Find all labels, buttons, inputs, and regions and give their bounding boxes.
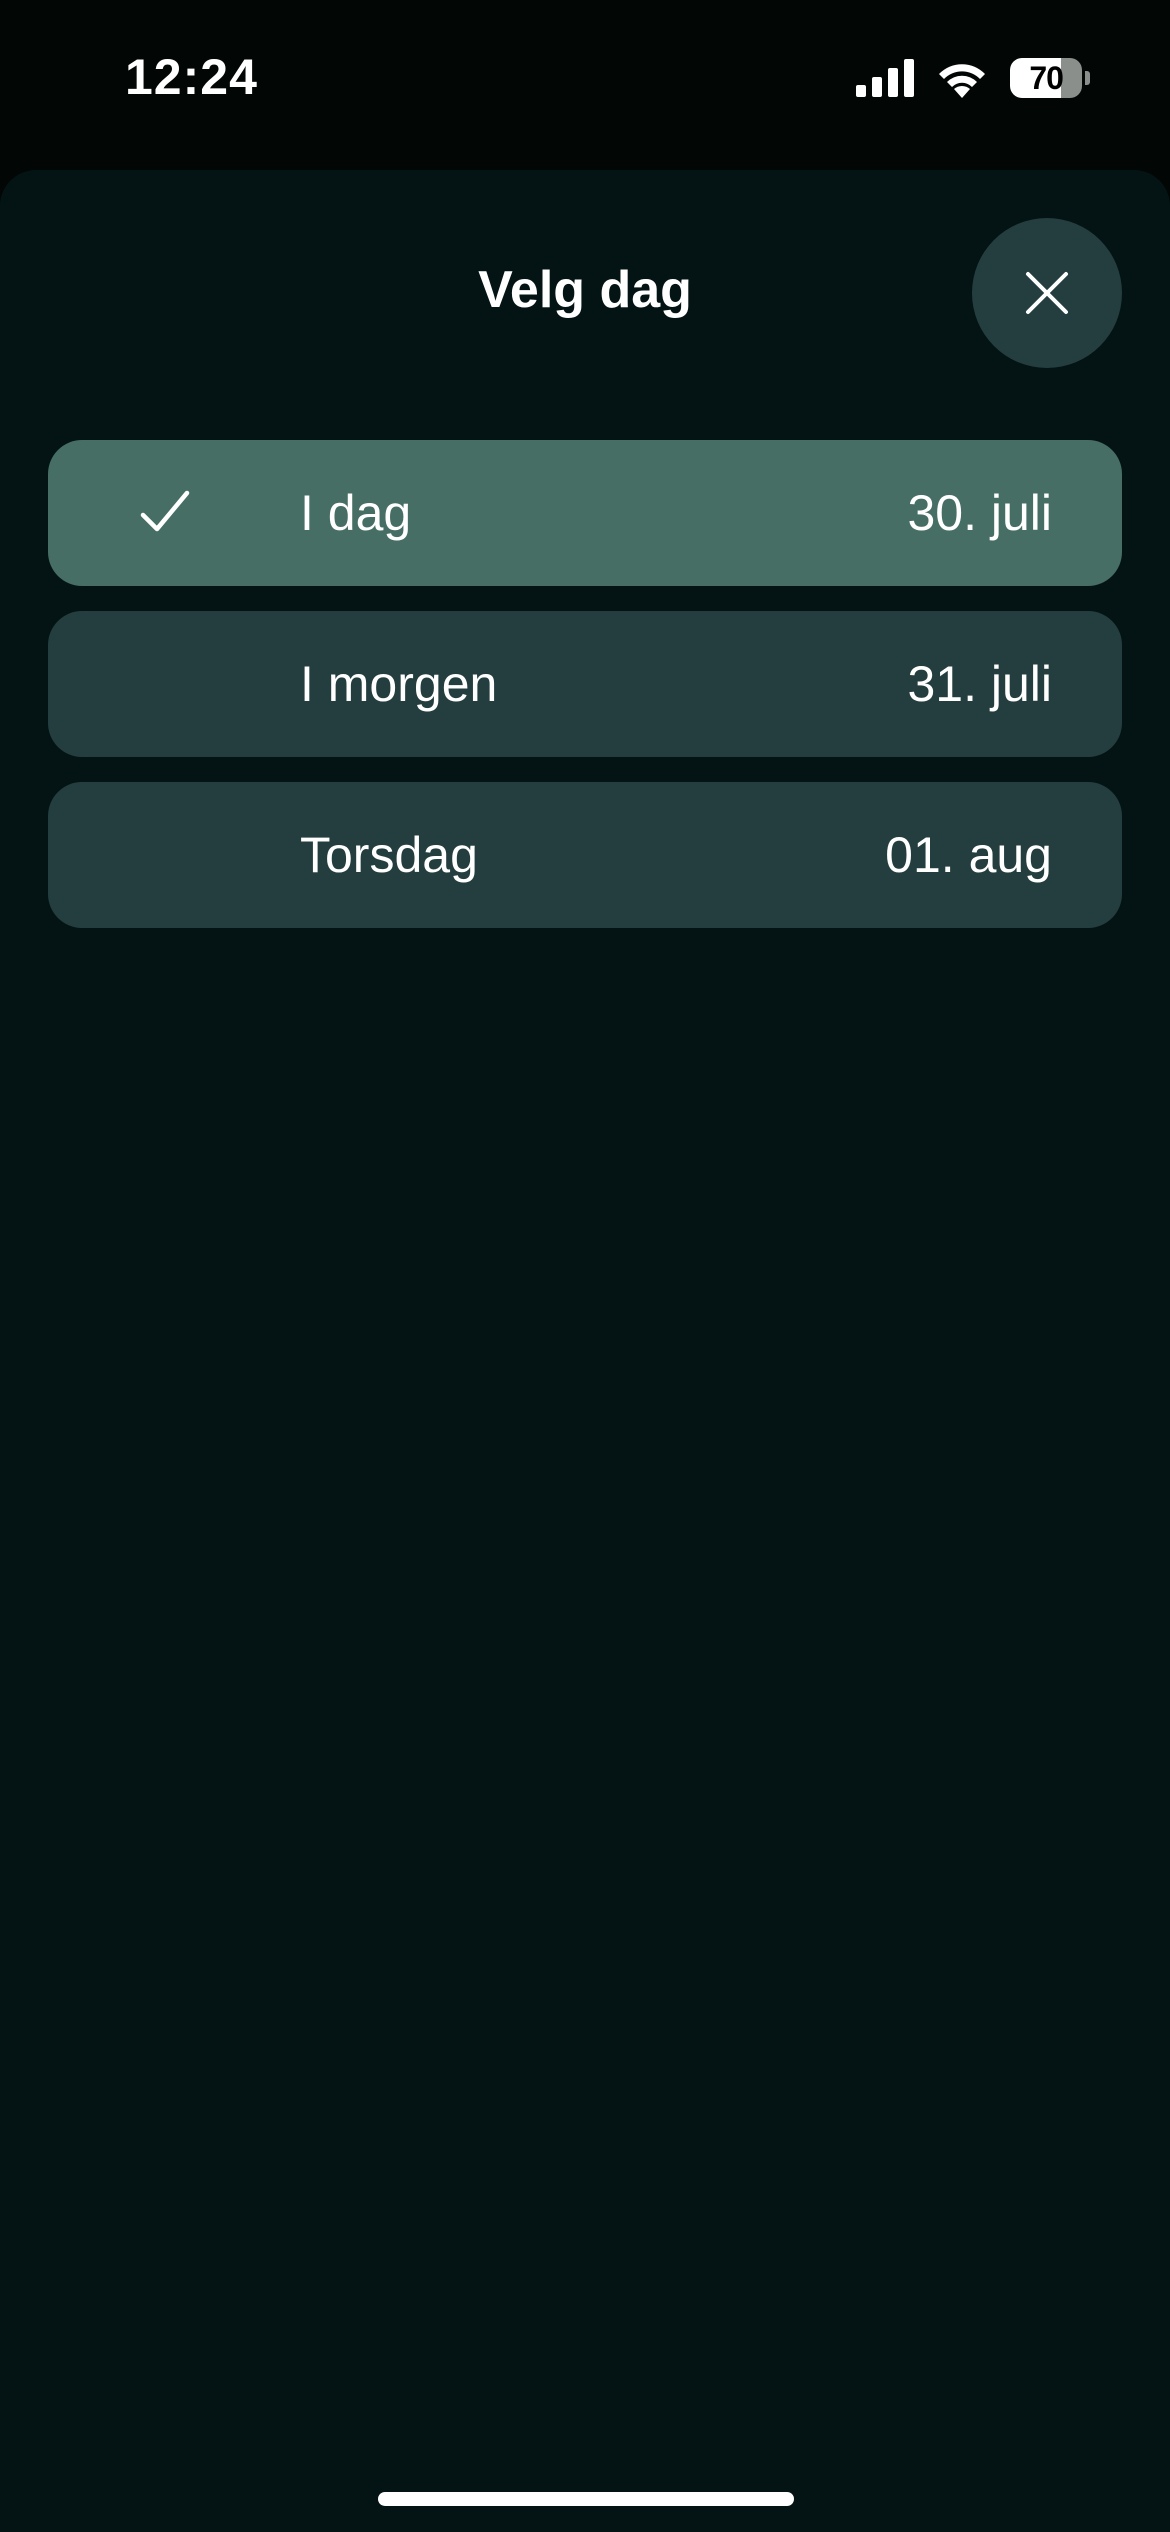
status-bar: 12:24 70 [0,0,1170,160]
close-button[interactable] [972,218,1122,368]
status-time: 12:24 [125,49,258,105]
day-date: 31. juli [907,656,1052,712]
day-date: 30. juli [907,485,1052,541]
checkmark-icon [140,490,190,532]
status-icons: 70 [856,56,1090,100]
close-icon [1026,272,1068,314]
battery-icon: 70 [1010,58,1090,98]
day-label: Torsdag [300,827,478,883]
day-date: 01. aug [885,827,1052,883]
day-option-thursday[interactable]: Torsdag 01. aug [48,782,1122,928]
home-indicator [378,2492,794,2506]
wifi-icon [939,64,985,98]
day-label: I morgen [300,656,498,712]
day-picker-sheet: Velg dag I dag 30. juli I morgen 31. jul… [0,170,1170,2532]
day-option-today[interactable]: I dag 30. juli [48,440,1122,586]
day-list: I dag 30. juli I morgen 31. juli Torsdag… [48,440,1122,953]
signal-icon [856,59,914,97]
day-label: I dag [300,485,412,541]
battery-level: 70 [1029,59,1064,96]
day-option-tomorrow[interactable]: I morgen 31. juli [48,611,1122,757]
